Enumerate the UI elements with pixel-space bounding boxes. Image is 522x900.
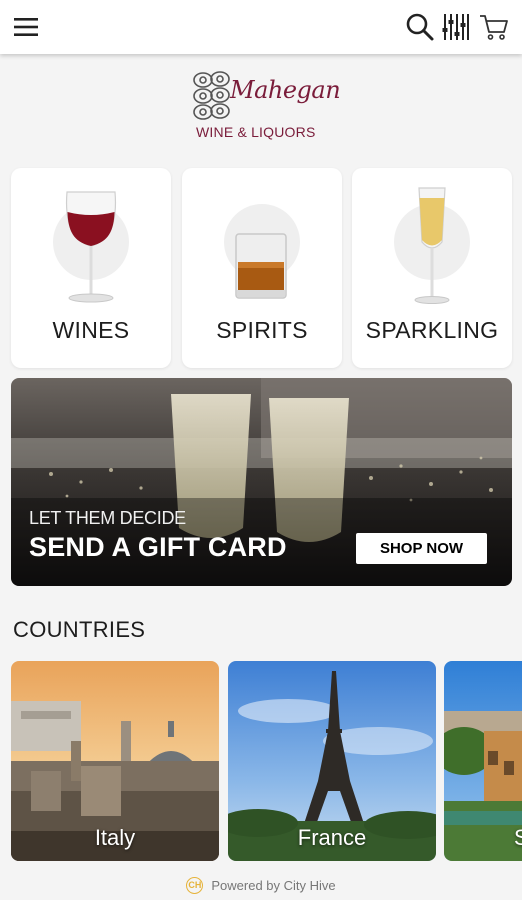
filter-button[interactable]	[436, 8, 476, 46]
country-card-italy[interactable]: Italy	[11, 661, 219, 861]
store-logo[interactable]: Mahegan WINE & LIQUORS	[190, 68, 341, 148]
powered-by-footer[interactable]: CH Powered by City Hive	[0, 872, 522, 898]
city-hive-logo-icon: CH	[186, 876, 204, 894]
filter-sliders-icon	[442, 14, 469, 40]
cart-button[interactable]	[474, 8, 514, 46]
banner-headline: SEND A GIFT CARD	[29, 532, 287, 562]
logo-script-text: Mahegan	[230, 76, 341, 104]
cart-icon	[480, 15, 508, 40]
powered-by-text: Powered by City Hive	[211, 877, 336, 893]
category-label: SPIRITS	[216, 317, 308, 343]
wine-barrel-logo-icon	[193, 71, 230, 120]
banner-kicker: LET THEM DECIDE	[29, 508, 186, 528]
category-label: WINES	[52, 317, 130, 343]
search-button[interactable]	[400, 8, 440, 46]
logo-subtitle: WINE & LIQUORS	[196, 124, 316, 140]
category-card-wines[interactable]: WINES	[11, 168, 171, 368]
country-card-partial[interactable]: S	[444, 661, 522, 861]
category-label: SPARKLING	[365, 317, 499, 343]
top-app-bar	[0, 0, 522, 54]
countries-section-title: COUNTRIES	[13, 617, 146, 642]
category-card-sparkling[interactable]: SPARKLING	[352, 168, 512, 368]
shop-now-button[interactable]: SHOP NOW	[356, 533, 487, 564]
search-icon	[406, 13, 434, 41]
champagne-flute-icon	[414, 187, 450, 304]
country-name: S	[514, 825, 522, 850]
gift-card-banner[interactable]: LET THEM DECIDE SEND A GIFT CARD SHOP NO…	[11, 378, 512, 586]
country-card-france[interactable]: France	[228, 661, 436, 861]
category-card-spirits[interactable]: SPIRITS	[182, 168, 342, 368]
menu-button[interactable]	[6, 8, 46, 46]
country-name: France	[297, 825, 367, 850]
hamburger-menu-icon	[14, 18, 38, 36]
red-wine-glass-icon	[65, 191, 117, 303]
whiskey-glass-icon	[235, 233, 287, 299]
country-name: Italy	[94, 825, 136, 850]
